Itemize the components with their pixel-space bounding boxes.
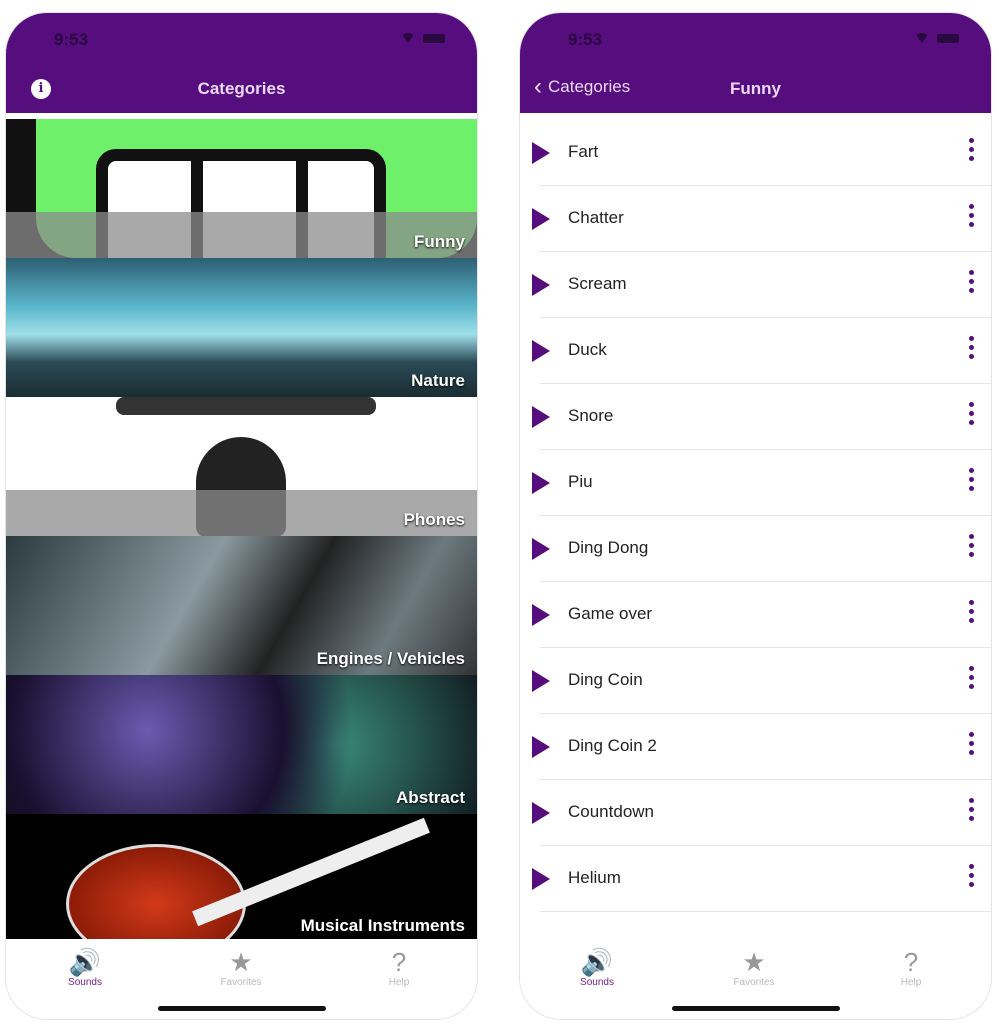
tab-sounds[interactable]: 🔊 Sounds xyxy=(40,947,130,988)
play-icon[interactable] xyxy=(532,802,550,824)
play-icon[interactable] xyxy=(532,208,550,230)
sound-row[interactable]: Duck xyxy=(520,318,991,384)
more-options-icon[interactable] xyxy=(969,204,975,227)
sound-row[interactable]: Scream xyxy=(520,252,991,318)
tab-sounds[interactable]: 🔊 Sounds xyxy=(552,947,642,988)
category-abstract[interactable]: Abstract xyxy=(6,675,477,814)
page-title: Funny xyxy=(730,79,781,98)
play-icon[interactable] xyxy=(532,274,550,296)
play-icon[interactable] xyxy=(532,604,550,626)
tab-help[interactable]: ? Help xyxy=(354,947,444,988)
sound-name: Fart xyxy=(568,142,599,161)
status-time: 9:53 xyxy=(54,30,89,49)
sound-name: Scream xyxy=(568,274,627,293)
home-indicator xyxy=(671,1006,840,1011)
sound-row[interactable]: Ding Dong xyxy=(520,516,991,582)
sound-name: Game over xyxy=(568,604,653,623)
home-indicator xyxy=(157,1006,326,1011)
sound-row[interactable]: Piu xyxy=(520,450,991,516)
play-icon[interactable] xyxy=(532,670,550,692)
category-phones[interactable]: Phones xyxy=(6,397,477,536)
status-time: 9:53 xyxy=(568,30,603,49)
category-funny[interactable]: Funny xyxy=(6,119,477,258)
sound-name: Helium xyxy=(568,868,621,887)
play-icon[interactable] xyxy=(532,538,550,560)
sound-row[interactable]: Game over xyxy=(520,582,991,648)
more-options-icon[interactable] xyxy=(969,534,975,557)
sounds-list-screen: 9:53 ‹ Categories Funny Fart Chatter Scream… xyxy=(519,12,992,1020)
categories-screen: 9:53 i Categories Funny Nature Phones En… xyxy=(5,12,478,1020)
category-engines-vehicles[interactable]: Engines / Vehicles xyxy=(6,536,477,675)
more-options-icon[interactable] xyxy=(969,336,975,359)
more-options-icon[interactable] xyxy=(969,666,975,689)
tab-help[interactable]: ? Help xyxy=(866,947,956,988)
battery-icon xyxy=(937,33,959,43)
play-icon[interactable] xyxy=(532,736,550,758)
sound-name: Ding Coin xyxy=(568,670,643,689)
sound-row[interactable]: Ding Coin 2 xyxy=(520,714,991,780)
sound-name: Duck xyxy=(568,340,607,359)
play-icon[interactable] xyxy=(532,142,550,164)
page-title: Categories xyxy=(197,79,286,98)
category-nature[interactable]: Nature xyxy=(6,258,477,397)
play-icon[interactable] xyxy=(532,868,550,890)
question-icon: ? xyxy=(391,947,407,977)
sound-row[interactable]: Countdown xyxy=(520,780,991,846)
tab-favorites[interactable]: ★ Favorites xyxy=(196,947,286,988)
star-icon: ★ xyxy=(742,947,766,977)
play-icon[interactable] xyxy=(532,406,550,428)
nav-bar: 9:53 ‹ Categories Funny xyxy=(520,13,991,113)
sound-row[interactable]: Fart xyxy=(520,120,991,186)
more-options-icon[interactable] xyxy=(969,402,975,425)
more-options-icon[interactable] xyxy=(969,468,975,491)
sound-row[interactable]: Snore xyxy=(520,384,991,450)
play-icon[interactable] xyxy=(532,340,550,362)
more-options-icon[interactable] xyxy=(969,138,975,161)
sound-name: Chatter xyxy=(568,208,624,227)
sound-name: Snore xyxy=(568,406,614,425)
category-musical-instruments[interactable]: Musical Instruments xyxy=(6,814,477,942)
sound-name: Piu xyxy=(568,472,593,491)
sound-row[interactable]: Ding Coin xyxy=(520,648,991,714)
more-options-icon[interactable] xyxy=(969,864,975,887)
tab-bar: 🔊 Sounds ★ Favorites ? Help xyxy=(6,939,477,1019)
wifi-icon xyxy=(401,33,415,43)
more-options-icon[interactable] xyxy=(969,798,975,821)
sound-name: Ding Dong xyxy=(568,538,649,557)
star-icon: ★ xyxy=(229,947,253,977)
sound-name: Ding Coin 2 xyxy=(568,736,657,755)
more-options-icon[interactable] xyxy=(969,600,975,623)
wifi-icon xyxy=(915,33,929,43)
more-options-icon[interactable] xyxy=(969,732,975,755)
battery-icon xyxy=(423,33,445,43)
nav-bar: 9:53 i Categories xyxy=(6,13,477,113)
tab-favorites[interactable]: ★ Favorites xyxy=(709,947,799,988)
speaker-icon: 🔊 xyxy=(580,947,614,977)
row-divider xyxy=(540,911,991,912)
status-icons xyxy=(915,33,959,43)
speaker-icon: 🔊 xyxy=(68,947,102,977)
play-icon[interactable] xyxy=(532,472,550,494)
status-icons xyxy=(401,33,445,43)
question-icon: ? xyxy=(903,947,919,977)
sound-row[interactable]: Chatter xyxy=(520,186,991,252)
more-options-icon[interactable] xyxy=(969,270,975,293)
tab-bar: 🔊 Sounds ★ Favorites ? Help xyxy=(520,939,991,1019)
sound-name: Countdown xyxy=(568,802,655,821)
sound-row[interactable]: Helium xyxy=(520,846,991,912)
